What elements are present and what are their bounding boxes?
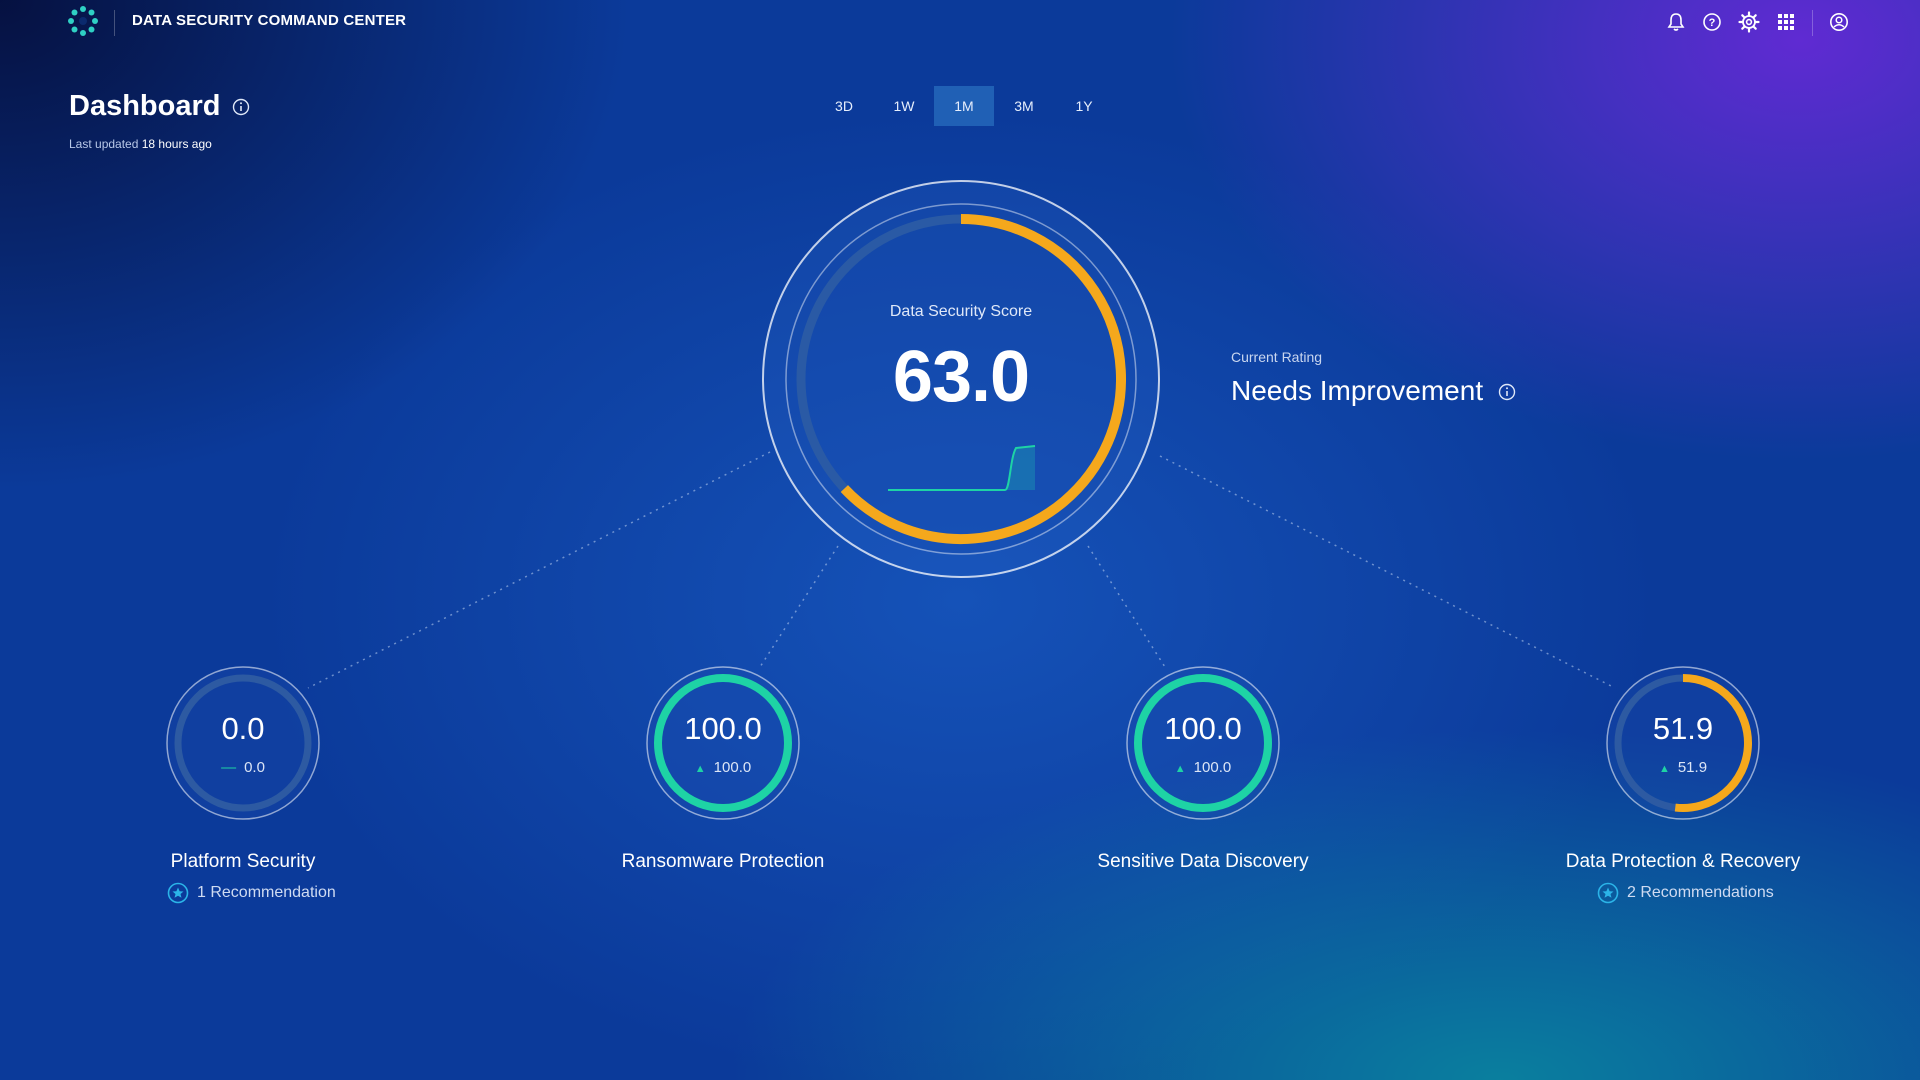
category-delta: ▲ 51.9 — [1605, 759, 1761, 776]
rating-label: Current Rating — [1231, 349, 1323, 365]
header-divider — [114, 10, 115, 36]
logo-icon — [68, 6, 98, 36]
info-icon[interactable] — [232, 98, 250, 116]
recommendation-star-icon — [167, 882, 189, 904]
help-icon: ? — [1703, 13, 1721, 31]
apps-button[interactable] — [1773, 9, 1799, 35]
trend-up-icon: ▲ — [694, 763, 706, 775]
recommendation-link[interactable]: 2 Recommendations — [1597, 882, 1774, 904]
settings-button[interactable] — [1736, 9, 1762, 35]
category-gauge[interactable]: 100.0 ▲ 100.0 — [1125, 665, 1281, 821]
last-updated: Last updated 18 hours ago — [69, 137, 212, 151]
category-score: 100.0 — [1164, 711, 1242, 746]
category-delta: — 0.0 — [165, 759, 321, 776]
apps-grid-icon — [1778, 14, 1794, 30]
score-value: 63.0 — [892, 337, 1030, 417]
category-title[interactable]: Sensitive Data Discovery — [1023, 851, 1383, 873]
recommendation-link[interactable]: 1 Recommendation — [167, 882, 336, 904]
trend-up-icon: ▲ — [1658, 763, 1670, 775]
score-label: Data Security Score — [889, 303, 1033, 320]
category-delta-value: 100.0 — [1193, 759, 1232, 776]
range-option-1y[interactable]: 1Y — [1054, 86, 1114, 126]
trend-flat-icon: — — [221, 759, 237, 776]
range-option-3m[interactable]: 3M — [994, 86, 1054, 126]
recommendation-text: 1 Recommendation — [197, 884, 336, 901]
user-icon — [1830, 13, 1848, 31]
category-delta-value: 100.0 — [713, 759, 752, 776]
page-title: Dashboard — [69, 90, 221, 122]
category-score: 51.9 — [1652, 711, 1714, 746]
time-range-selector: 3D 1W 1M 3M 1Y — [814, 86, 1114, 126]
category-score: 100.0 — [684, 711, 762, 746]
bell-icon — [1667, 13, 1685, 31]
trend-up-icon: ▲ — [1174, 763, 1186, 775]
range-option-1m[interactable]: 1M — [934, 86, 994, 126]
recommendation-star-icon — [1597, 882, 1619, 904]
category-score: 0.0 — [221, 711, 265, 746]
gear-icon — [1738, 11, 1760, 33]
last-updated-value: 18 hours ago — [141, 137, 212, 151]
svg-text:?: ? — [1709, 17, 1716, 29]
category-title[interactable]: Platform Security — [63, 851, 423, 873]
notifications-button[interactable] — [1663, 9, 1689, 35]
user-menu-button[interactable] — [1826, 9, 1852, 35]
category-gauge[interactable]: 0.0 — 0.0 — [165, 665, 321, 821]
category-delta: ▲ 100.0 — [1125, 759, 1281, 776]
range-option-3d[interactable]: 3D — [814, 86, 874, 126]
app-title: DATA SECURITY COMMAND CENTER — [132, 12, 407, 29]
info-icon[interactable] — [1498, 383, 1516, 401]
category-delta-value: 0.0 — [244, 759, 265, 776]
category-delta: ▲ 100.0 — [645, 759, 801, 776]
range-option-1w[interactable]: 1W — [874, 86, 934, 126]
category-title[interactable]: Ransomware Protection — [543, 851, 903, 873]
category-gauge[interactable]: 100.0 ▲ 100.0 — [645, 665, 801, 821]
last-updated-prefix: Last updated — [69, 137, 139, 151]
category-title[interactable]: Data Protection & Recovery — [1503, 851, 1863, 873]
rating-value: Needs Improvement — [1231, 375, 1484, 406]
header-divider — [1812, 10, 1813, 36]
category-gauge[interactable]: 51.9 ▲ 51.9 — [1605, 665, 1761, 821]
help-button[interactable]: ? — [1699, 9, 1725, 35]
category-delta-value: 51.9 — [1677, 759, 1708, 776]
recommendation-text: 2 Recommendations — [1627, 884, 1774, 901]
